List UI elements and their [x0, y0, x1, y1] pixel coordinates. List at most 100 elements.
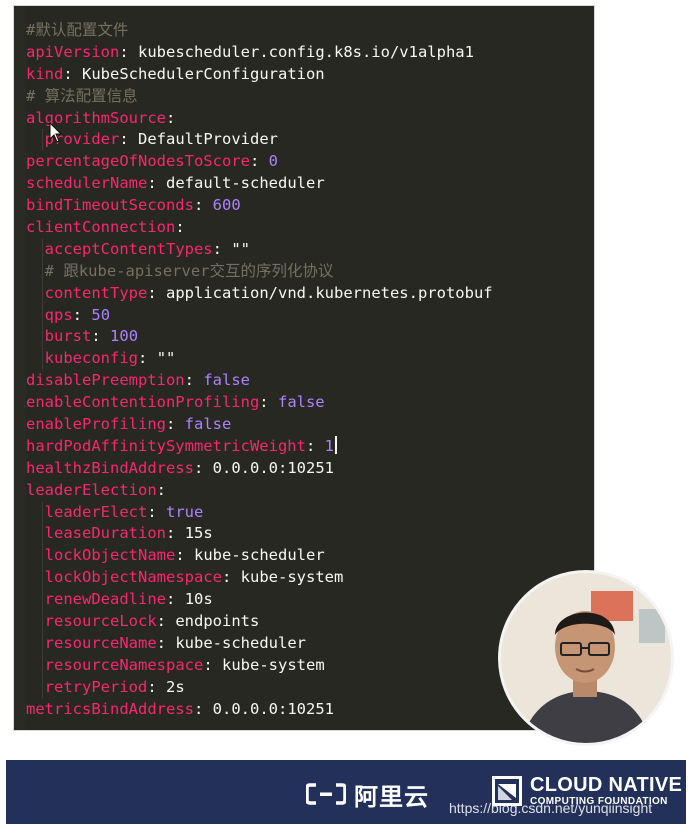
- indent-guide: [42, 611, 43, 633]
- code-line[interactable]: disablePreemption: false: [26, 370, 594, 392]
- code-line[interactable]: burst: 100: [26, 326, 594, 349]
- code-line[interactable]: provider: DefaultProvider: [26, 129, 594, 152]
- yaml-value: false: [277, 393, 325, 412]
- code-line[interactable]: contentType: application/vnd.kubernetes.…: [26, 282, 594, 305]
- yaml-key: clientConnection: [26, 218, 176, 237]
- code-line[interactable]: lockObjectNamespace: kube-system: [26, 567, 594, 590]
- yaml-value: 100: [110, 327, 139, 346]
- indent-guide: [42, 589, 43, 612]
- code-line[interactable]: kind: KubeSchedulerConfiguration: [26, 64, 594, 86]
- yaml-key: bindTimeoutSeconds: [26, 196, 194, 215]
- code-line[interactable]: schedulerName: default-scheduler: [26, 173, 594, 195]
- yaml-value: endpoints: [175, 612, 260, 631]
- code-line[interactable]: algorithmSource:: [26, 108, 594, 130]
- indent-guide: [42, 523, 43, 546]
- yaml-key: renewDeadline: [44, 590, 166, 609]
- yaml-key: metricsBindAddress: [26, 699, 194, 718]
- yaml-key: lockObjectNamespace: [44, 568, 222, 587]
- code-comment: # 算法配置信息: [26, 86, 138, 105]
- yaml-value: 0.0.0.0:10251: [212, 699, 334, 718]
- mouse-pointer-icon: [49, 122, 63, 143]
- yaml-key: kind: [26, 64, 64, 83]
- code-line[interactable]: leaderElection:: [26, 480, 594, 502]
- code-line[interactable]: apiVersion: kubescheduler.config.k8s.io/…: [26, 42, 594, 64]
- code-line[interactable]: renewDeadline: 10s: [26, 589, 594, 612]
- code-line[interactable]: bindTimeoutSeconds: 600: [26, 195, 594, 217]
- text-cursor: [335, 435, 337, 454]
- aliyun-mark-icon: [306, 783, 346, 805]
- yaml-value: 50: [91, 305, 111, 324]
- yaml-key: algorithmSource: [26, 108, 166, 127]
- yaml-value: 0.0.0.0:10251: [212, 458, 334, 477]
- yaml-key: resourceNamespace: [44, 655, 204, 674]
- code-line[interactable]: leaseDuration: 15s: [26, 523, 594, 546]
- cncf-title: CLOUD NATIVE: [530, 774, 683, 796]
- yaml-value: "": [231, 239, 251, 258]
- yaml-value: "": [156, 349, 176, 368]
- presenter-video-icon: [501, 573, 671, 743]
- code-line[interactable]: hardPodAffinitySymmetricWeight: 1: [26, 435, 594, 458]
- indent-guide: [42, 676, 43, 699]
- code-line[interactable]: enableContentionProfiling: false: [26, 392, 594, 414]
- yaml-key: kubeconfig: [44, 349, 138, 368]
- watermark-url: https://blog.csdn.net/yunqiinsight: [449, 800, 653, 816]
- yaml-key: acceptContentTypes: [44, 239, 213, 258]
- yaml-value: 10s: [184, 590, 213, 609]
- code-line[interactable]: leaderElect: true: [26, 501, 594, 524]
- yaml-value: DefaultProvider: [138, 130, 278, 149]
- yaml-value: 0: [268, 152, 278, 171]
- yaml-key: retryPeriod: [44, 677, 148, 696]
- indent-guide: [42, 304, 43, 327]
- yaml-value: kube-scheduler: [175, 633, 306, 652]
- code-comment: #默认配置文件: [26, 21, 129, 39]
- yaml-key: hardPodAffinitySymmetricWeight: [26, 436, 306, 455]
- yaml-value: kube-system: [240, 568, 344, 587]
- code-comment: # 跟kube-apiserver交互的序列化协议: [44, 261, 334, 280]
- code-line[interactable]: clientConnection:: [26, 217, 594, 239]
- yaml-key: burst: [44, 327, 92, 346]
- yaml-key: percentageOfNodesToScore: [26, 152, 250, 171]
- code-line[interactable]: # 算法配置信息: [26, 86, 594, 108]
- code-line[interactable]: acceptContentTypes: "": [26, 238, 594, 261]
- yaml-key: qps: [44, 305, 73, 324]
- yaml-value: application/vnd.kubernetes.protobuf: [166, 283, 493, 302]
- yaml-value: false: [203, 371, 250, 390]
- yaml-value: 2s: [166, 677, 185, 696]
- yaml-value: 15s: [184, 524, 213, 543]
- yaml-value: false: [184, 415, 232, 434]
- yaml-value: 1: [324, 436, 334, 455]
- yaml-value: true: [166, 502, 204, 521]
- indent-guide: [42, 567, 43, 590]
- indent-guide: [42, 654, 43, 677]
- indent-guide: [42, 545, 43, 568]
- yaml-value: KubeSchedulerConfiguration: [82, 64, 325, 83]
- yaml-value: 600: [212, 196, 241, 215]
- indent-guide: [42, 632, 43, 655]
- code-line[interactable]: kubeconfig: "": [26, 348, 594, 371]
- yaml-key: disablePreemption: [26, 371, 185, 390]
- code-line[interactable]: #默认配置文件: [26, 20, 594, 42]
- editor-gutter: [14, 6, 26, 730]
- code-line[interactable]: # 跟kube-apiserver交互的序列化协议: [26, 260, 594, 283]
- code-line[interactable]: lockObjectName: kube-scheduler: [26, 545, 594, 568]
- yaml-value: kubescheduler.config.k8s.io/v1alpha1: [138, 42, 474, 61]
- yaml-value: default-scheduler: [166, 174, 325, 193]
- indent-guide: [42, 260, 43, 283]
- yaml-key: enableProfiling: [26, 415, 166, 434]
- yaml-key: enableContentionProfiling: [26, 393, 260, 412]
- indent-guide: [42, 238, 43, 261]
- aliyun-logo: 阿里云: [306, 780, 429, 811]
- indent-guide: [42, 282, 43, 305]
- yaml-key: healthzBindAddress: [26, 458, 194, 477]
- code-line[interactable]: enableProfiling: false: [26, 414, 594, 436]
- indent-guide: [42, 501, 43, 524]
- code-line[interactable]: percentageOfNodesToScore: 0: [26, 151, 594, 173]
- indent-guide: [42, 326, 43, 349]
- yaml-key: resourceLock: [44, 612, 157, 631]
- yaml-key: contentType: [44, 283, 148, 302]
- yaml-key: schedulerName: [26, 174, 148, 193]
- code-line[interactable]: qps: 50: [26, 304, 594, 327]
- code-line[interactable]: healthzBindAddress: 0.0.0.0:10251: [26, 458, 594, 480]
- indent-guide: [42, 129, 43, 152]
- aliyun-label: 阿里云: [354, 782, 429, 811]
